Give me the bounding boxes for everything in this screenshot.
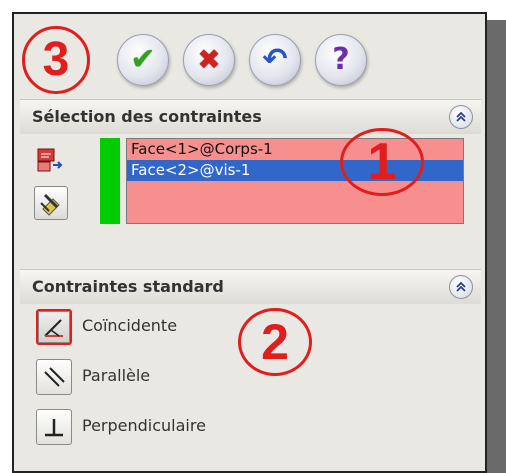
parallel-icon (44, 367, 65, 387)
collapse-selection-button[interactable] (449, 105, 473, 129)
chevron-up-icon (456, 281, 466, 292)
selection-group-body: Face<1>@Corps-1 Face<2>@vis-1 1 (20, 128, 481, 260)
cross-icon: ✖ (197, 43, 221, 76)
collapse-standard-button[interactable] (449, 275, 473, 299)
ok-button[interactable]: ✔ (117, 34, 169, 86)
pin-icon (40, 193, 60, 216)
perpendicular-button[interactable] (36, 409, 72, 445)
standard-group-body: Coïncidente Parallèle Perpendiculaire 2 (20, 304, 481, 471)
checkmark-icon: ✔ (130, 42, 156, 77)
relation-label: Perpendiculaire (82, 416, 206, 435)
selection-indicator (100, 138, 120, 224)
annotation-1: 1 (340, 128, 424, 196)
relation-label: Coïncidente (82, 316, 178, 335)
selection-group-header[interactable]: Sélection des contraintes (20, 99, 481, 135)
undo-button[interactable]: ↶ (249, 34, 301, 86)
help-button[interactable]: ? (315, 34, 367, 86)
perpendicular-icon (45, 419, 63, 437)
annotation-2: 2 (238, 308, 312, 376)
annotation-3: 3 (22, 26, 90, 94)
parallel-button[interactable] (36, 359, 72, 395)
standard-group-title: Contraintes standard (32, 277, 224, 296)
mate-entities-icon (37, 148, 63, 172)
relation-label: Parallèle (82, 366, 151, 385)
mate-type-button[interactable] (34, 186, 68, 220)
undo-icon: ↶ (262, 42, 288, 77)
standard-group-header[interactable]: Contraintes standard (20, 269, 481, 305)
mate-selection-icon[interactable] (34, 144, 66, 176)
chevron-up-icon (456, 111, 466, 122)
cancel-button[interactable]: ✖ (183, 34, 235, 86)
toolbar: 3 ✔ ✖ ↶ ? (14, 14, 485, 96)
coincident-icon (44, 319, 63, 337)
mate-property-manager: 3 ✔ ✖ ↶ ? Sélection des contraintes Face… (12, 12, 487, 473)
help-icon: ? (332, 42, 350, 77)
coincident-button[interactable] (36, 309, 72, 345)
relation-perpendicular[interactable]: Perpendiculaire (20, 404, 481, 450)
selection-group-title: Sélection des contraintes (32, 107, 262, 126)
